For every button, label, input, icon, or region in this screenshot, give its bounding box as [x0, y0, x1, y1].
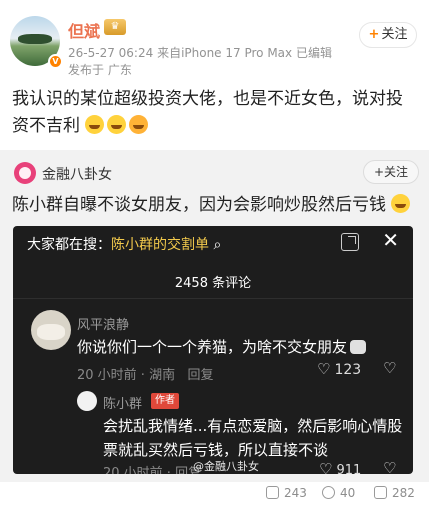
comment-text-content: 你说你们一个一个养猫，为啥不交女朋友 [77, 338, 348, 356]
smile-emoji-icon [391, 194, 411, 213]
thumb-up-icon [374, 486, 387, 499]
like-button[interactable]: 282 [374, 486, 415, 500]
search-term: 陈小群的交割单 [111, 237, 209, 253]
author-tag: 作者 [151, 393, 179, 409]
comment-time: 20 小时前 · 湖南 [77, 368, 176, 383]
like-count: 123 [334, 362, 362, 378]
reply-meta: 20 小时前 · 回复 [103, 462, 201, 474]
laugh-cry-emoji-icon [107, 115, 127, 134]
dislike-heart-icon: ♡ [383, 359, 397, 377]
reply-time: 20 小时前 · [103, 466, 176, 474]
close-icon: ✕ [382, 228, 399, 252]
post-timestamp: 26-5-27 06:24 [68, 46, 154, 60]
source-follow-button[interactable]: +关注 [363, 160, 419, 184]
repost-count: 243 [284, 486, 307, 500]
commenter-name: 风平浪静 [77, 318, 130, 333]
post-text: 我认识的某位超级投资大佬，也是不近女色，说对投资不吉利 [12, 89, 403, 136]
source-avatar[interactable] [14, 162, 36, 184]
follow-label: 关注 [381, 27, 408, 42]
post-edited[interactable]: 已编辑 [296, 46, 332, 60]
embedded-screenshot[interactable]: 大家都在搜：陈小群的交割单 ⌕ ✕ 2458 条评论 风平浪静 你说你们一个一个… [13, 226, 413, 474]
watermark: @金融八卦女 [193, 460, 259, 473]
post-location: 发布于 广东 [68, 63, 132, 77]
comment-text: 你说你们一个一个养猫，为啥不交女朋友 [77, 336, 367, 357]
author-name[interactable]: 但斌 [68, 18, 100, 42]
post-source: 来自iPhone 17 Pro Max [157, 46, 293, 60]
repost-icon [266, 486, 279, 499]
comment-likes: ♡ 123 [317, 360, 361, 378]
post-body: 我认识的某位超级投资大佬，也是不近女色，说对投资不吉利 [12, 86, 417, 140]
reply-author-name: 陈小群 [103, 397, 143, 412]
search-prefix: 大家都在搜： [27, 237, 111, 253]
divider [13, 298, 413, 299]
comment-count-action: 40 [340, 486, 356, 500]
like-count-action: 282 [392, 486, 415, 500]
repost-button[interactable]: 243 [266, 486, 307, 500]
source-name[interactable]: 金融八卦女 [42, 164, 112, 184]
dislike-heart-icon: ♡ [383, 459, 397, 474]
verified-badge-icon: V [48, 54, 63, 69]
source-follow-label: 关注 [384, 165, 409, 179]
reply-text: 会扰乱我情绪...有点恋爱脑，然后影响心情股票就乱买然后亏钱，所以直接不谈 [103, 417, 403, 459]
search-icon: ⌕ [209, 237, 222, 253]
open-external-icon [341, 233, 359, 251]
action-bar: 243 40 282 [0, 484, 429, 508]
reply-likes: ♡ 911 [319, 460, 361, 474]
repost-text: 陈小群自曝不谈女朋友，因为会影响炒股然后亏钱 [12, 190, 413, 215]
reply-avatar [77, 391, 97, 411]
heart-icon: ♡ [319, 460, 333, 474]
repost-card[interactable]: 金融八卦女 +关注 陈小群自曝不谈女朋友，因为会影响炒股然后亏钱 大家都在搜：陈… [0, 150, 429, 482]
comment-meta: 20 小时前 · 湖南 回复 [77, 364, 214, 383]
reply-label: 回复 [187, 368, 214, 383]
grin-emoji-icon [129, 115, 149, 134]
laugh-cry-emoji-icon [85, 115, 105, 134]
cat-emoji-icon [350, 340, 367, 354]
plus-icon: + [368, 27, 380, 42]
search-suggestion[interactable]: 大家都在搜：陈小群的交割单 ⌕ [27, 234, 221, 254]
follow-button[interactable]: + 关注 [359, 22, 417, 48]
commenter-avatar [31, 310, 71, 350]
heart-icon: ♡ [317, 360, 331, 378]
comment-count: 2458 条评论 [174, 276, 252, 291]
post-meta: 26-5-27 06:24 来自iPhone 17 Pro Max 已编辑 [68, 44, 332, 61]
repost-text-content: 陈小群自曝不谈女朋友，因为会影响炒股然后亏钱 [12, 195, 386, 215]
post-header: V 但斌 ♛ 26-5-27 06:24 来自iPhone 17 Pro Max… [10, 14, 419, 77]
comment-icon [322, 486, 335, 499]
vip-crown-icon: ♛ [104, 19, 126, 35]
comment-button[interactable]: 40 [322, 486, 355, 500]
reply-like-count: 911 [336, 463, 362, 474]
